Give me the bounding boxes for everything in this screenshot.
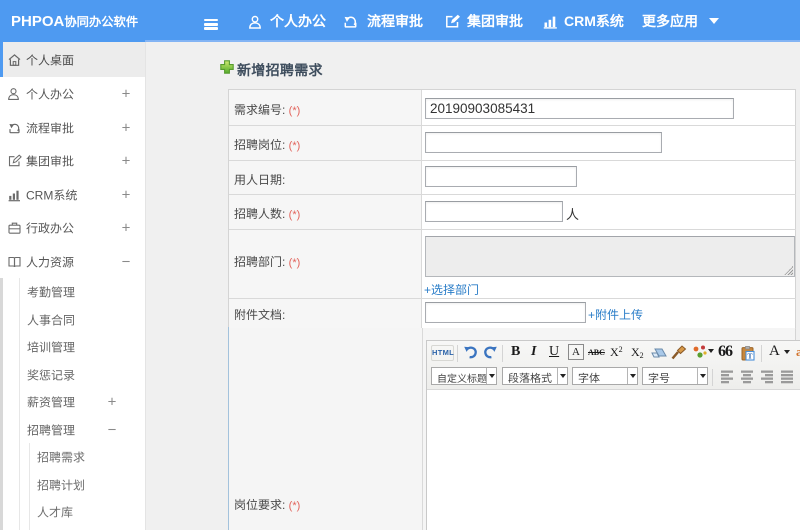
svg-text:T: T [747, 352, 752, 361]
